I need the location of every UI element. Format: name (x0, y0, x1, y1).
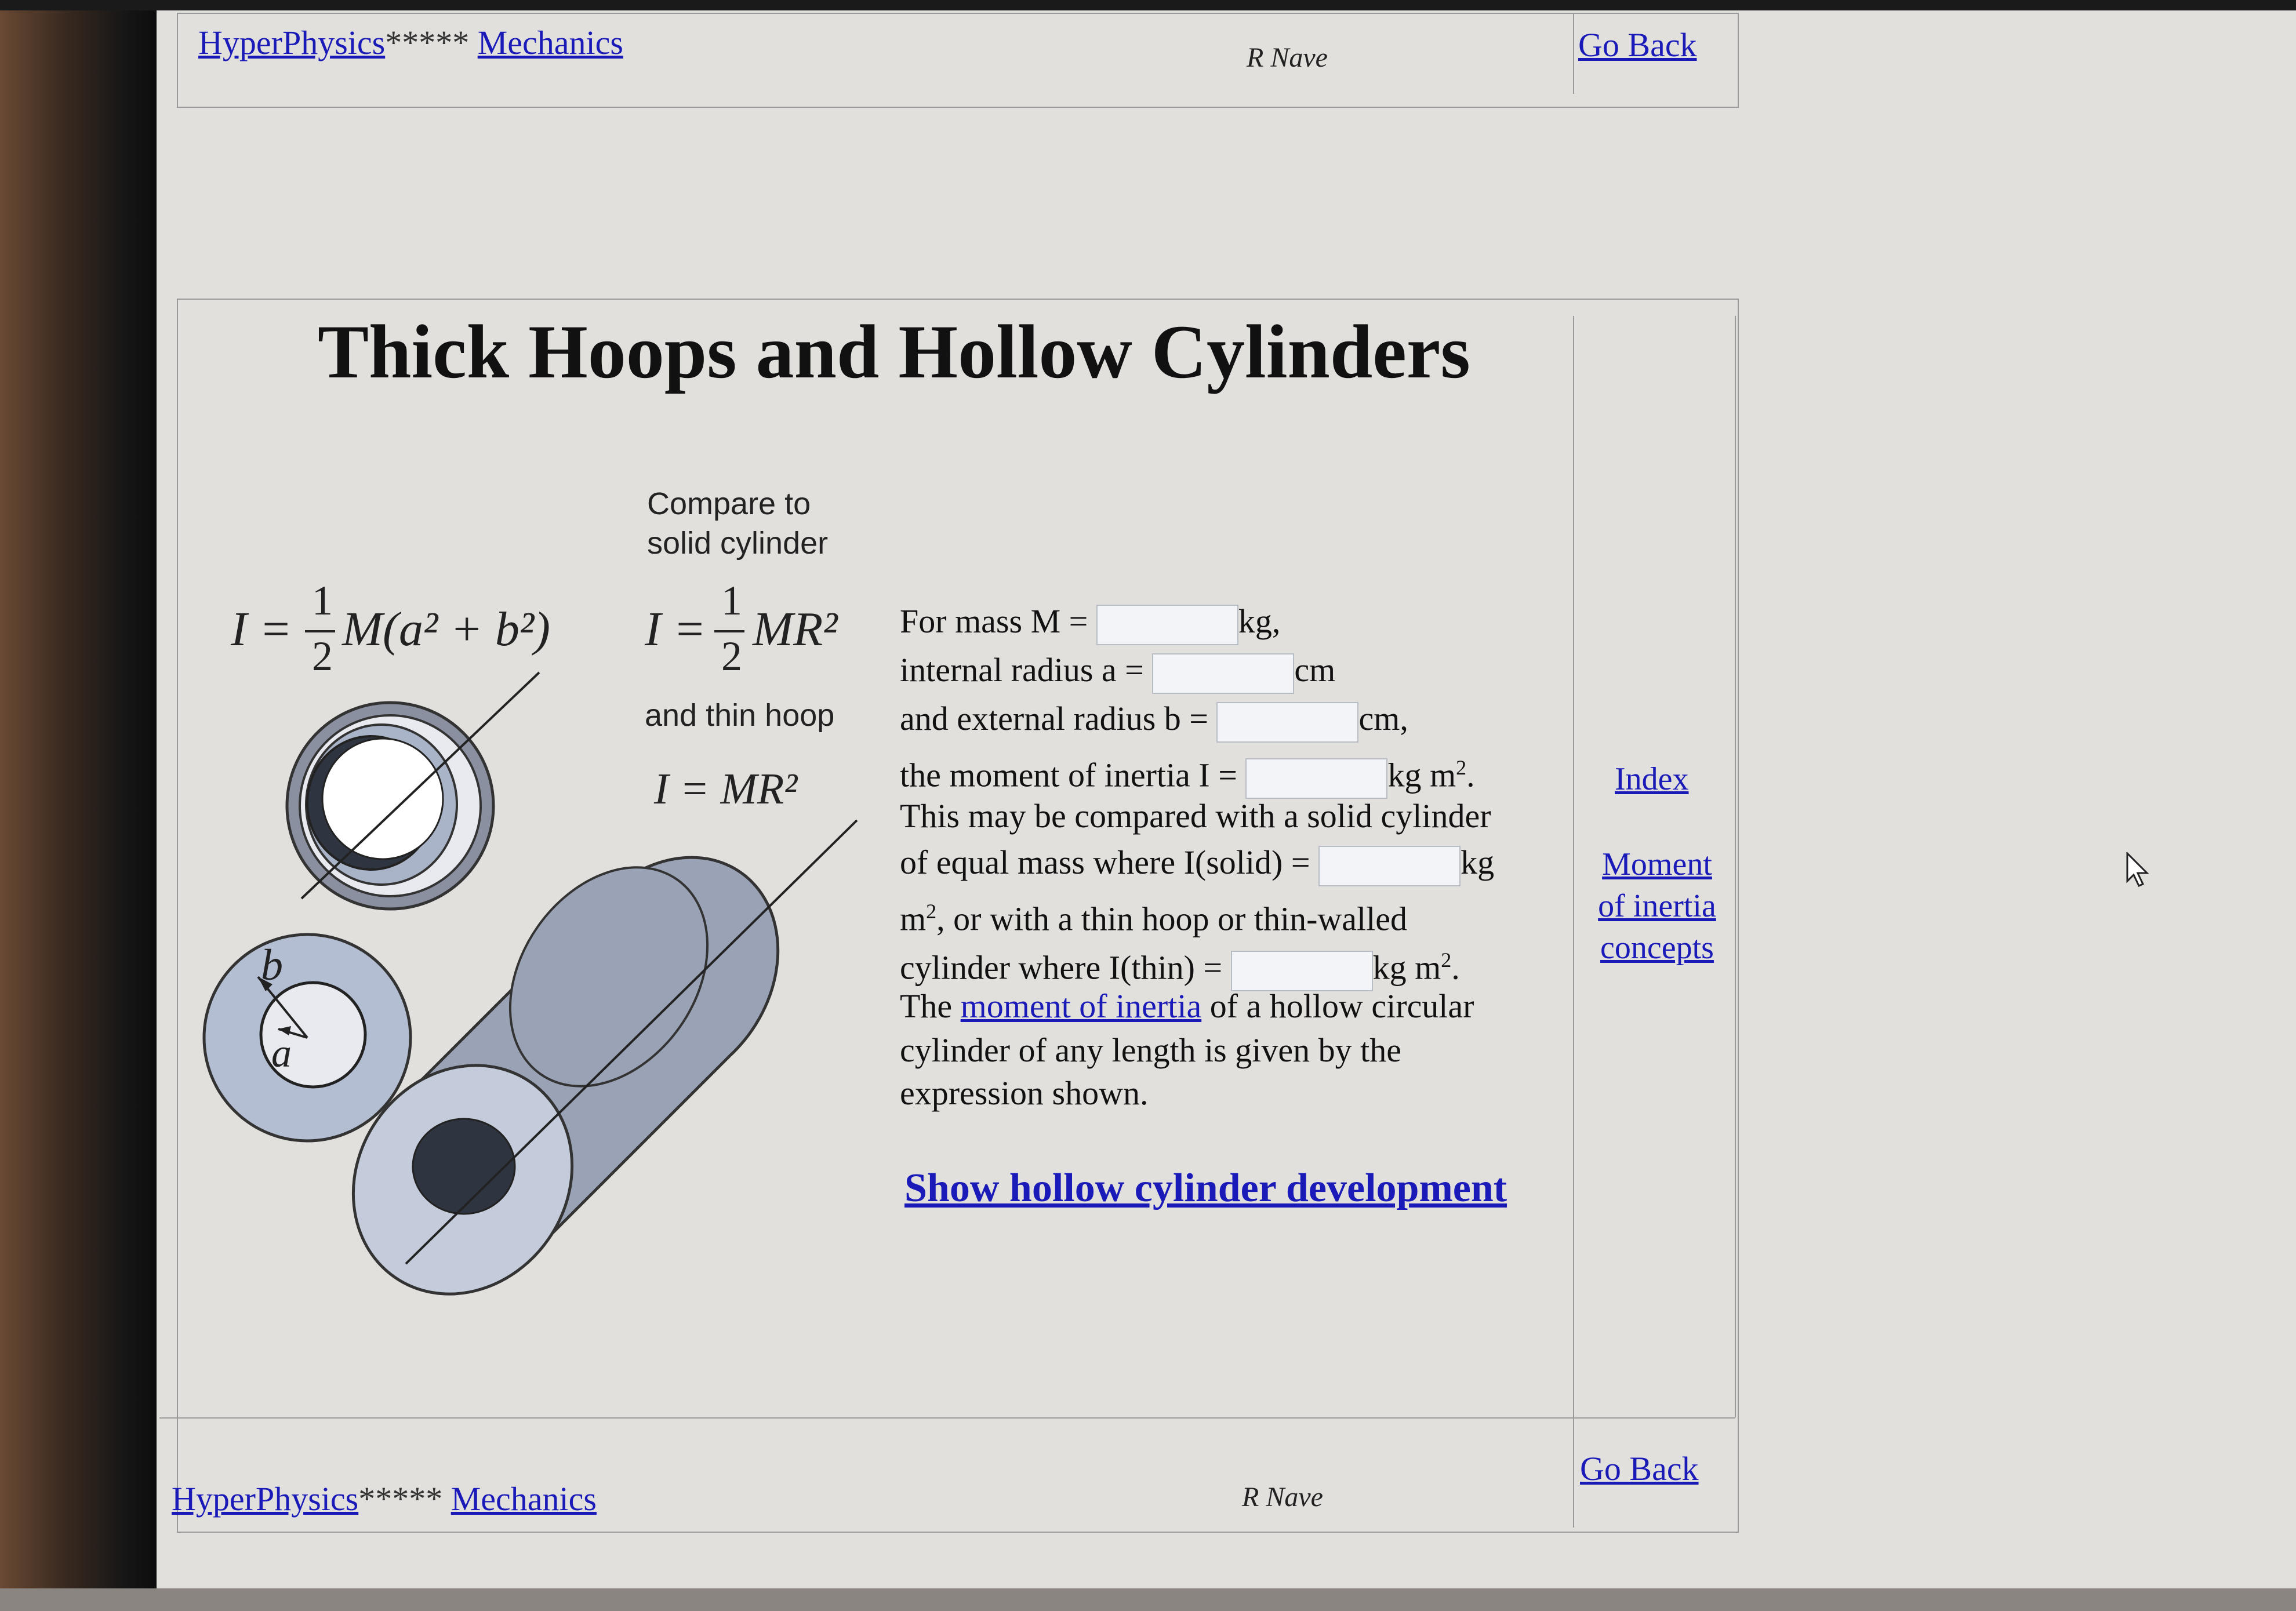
footer-links: HyperPhysics***** Mechanics (172, 1479, 597, 1518)
compare-caption: Compare to solid cylinder (647, 484, 828, 563)
footer-rating-stars: ***** (358, 1480, 443, 1518)
author-name: R Nave (1247, 42, 1328, 73)
unit-m-exponent: 2 (926, 900, 937, 923)
solid-fraction-num: 1 (721, 577, 742, 624)
compare-line-1: Compare to (647, 486, 811, 521)
thin-hoop-row: m2, or with a thin hoop or thin-walled (900, 887, 1407, 943)
moi-concepts-line-1[interactable]: Moment (1602, 846, 1712, 882)
moi-concepts-line-2[interactable]: of inertia (1598, 888, 1716, 924)
index-link[interactable]: Index (1615, 758, 1689, 800)
internal-radius-row: internal radius a = cm (900, 646, 1335, 694)
thin-moment-period: . (1451, 948, 1460, 987)
footer-hyperphysics-link[interactable]: HyperPhysics (172, 1480, 358, 1518)
content-column-divider (1573, 316, 1574, 1528)
monitor-bezel-left (0, 0, 157, 1611)
unit-m: m (900, 900, 927, 938)
mechanics-link[interactable]: Mechanics (478, 24, 623, 61)
moi-description-post: of a hollow circular (1201, 987, 1474, 1025)
solid-moment-unit: kg (1461, 843, 1495, 881)
external-radius-label: and external radius b = (900, 700, 1217, 737)
compare-row: This may be compared with a solid cylind… (900, 797, 1491, 835)
moment-unit: kg m (1387, 756, 1456, 794)
page-title: Thick Hoops and Hollow Cylinders (318, 309, 1470, 394)
internal-radius-label: internal radius a = (900, 651, 1153, 689)
external-radius-input[interactable] (1216, 701, 1359, 743)
hollow-fraction-num: 1 (312, 577, 333, 624)
sidebar-inner-line (1735, 316, 1736, 1417)
solid-moment-label: of equal mass where I(solid) = (900, 843, 1319, 881)
footer-divider (1573, 1417, 1574, 1528)
footer-mechanics-link[interactable]: Mechanics (451, 1480, 597, 1518)
moi-concepts-line-3[interactable]: concepts (1600, 930, 1714, 966)
moment-row: the moment of inertia I = kg m2. (900, 743, 1475, 799)
moment-of-inertia-concepts-link[interactable]: Moment of inertia concepts (1587, 843, 1727, 969)
internal-radius-unit: cm (1294, 651, 1336, 689)
radius-b-label: b (261, 941, 283, 990)
mass-label: For mass M = (900, 602, 1096, 640)
solid-I: I = (645, 602, 718, 656)
footer-top-line (159, 1417, 1735, 1419)
moi-description-pre: The (900, 987, 961, 1025)
monitor-bezel-top (0, 0, 2296, 10)
moment-unit-exponent: 2 (1456, 756, 1467, 779)
external-radius-unit: cm, (1358, 700, 1408, 737)
moment-of-inertia-link[interactable]: moment of inertia (961, 987, 1202, 1025)
compare-line-2: solid cylinder (647, 526, 829, 561)
thin-moment-label: cylinder where I(thin) = (900, 948, 1231, 987)
solid-moment-row: of equal mass where I(solid) = kg (900, 838, 1494, 887)
thin-moment-unit: kg m (1372, 948, 1441, 987)
thin-moment-unit-exponent: 2 (1441, 948, 1452, 972)
moi-description-line2: cylinder of any length is given by the (900, 1031, 1401, 1069)
rating-stars: ***** (385, 24, 470, 61)
radius-a-label: a (271, 1031, 292, 1076)
external-radius-row: and external radius b = cm, (900, 694, 1408, 743)
mouse-cursor-icon (2126, 852, 2149, 887)
thin-hoop-text: , or with a thin hoop or thin-walled (936, 900, 1407, 938)
moi-description-row: The moment of inertia of a hollow circul… (900, 982, 1474, 1031)
header-divider (1573, 13, 1574, 94)
moment-label: the moment of inertia I = (900, 756, 1246, 794)
mass-unit: kg, (1238, 602, 1281, 640)
hollow-I: I = (231, 602, 304, 656)
solid-moment-input[interactable] (1318, 845, 1461, 886)
annulus-cross-section (202, 933, 412, 1143)
go-back-link[interactable]: Go Back (1578, 26, 1697, 64)
footer-author-name: R Nave (1242, 1482, 1323, 1512)
mass-row: For mass M = kg, (900, 597, 1280, 646)
moment-period: . (1466, 756, 1475, 794)
internal-radius-input[interactable] (1152, 653, 1295, 694)
mass-input[interactable] (1096, 604, 1238, 645)
hollow-cylinder-diagram: b a (202, 671, 858, 1296)
header-links: HyperPhysics***** Mechanics (198, 23, 623, 62)
footer-go-back-link[interactable]: Go Back (1580, 1449, 1699, 1488)
thick-hoop-figure (285, 671, 540, 911)
show-development-link[interactable]: Show hollow cylinder development (904, 1165, 1507, 1212)
solid-rest: MR² (753, 602, 838, 656)
moi-description-line3: expression shown. (900, 1074, 1149, 1112)
hollow-rest: M(a² + b²) (342, 602, 550, 656)
hyperphysics-link[interactable]: HyperPhysics (198, 24, 385, 61)
desk-surface (0, 1588, 2296, 1611)
